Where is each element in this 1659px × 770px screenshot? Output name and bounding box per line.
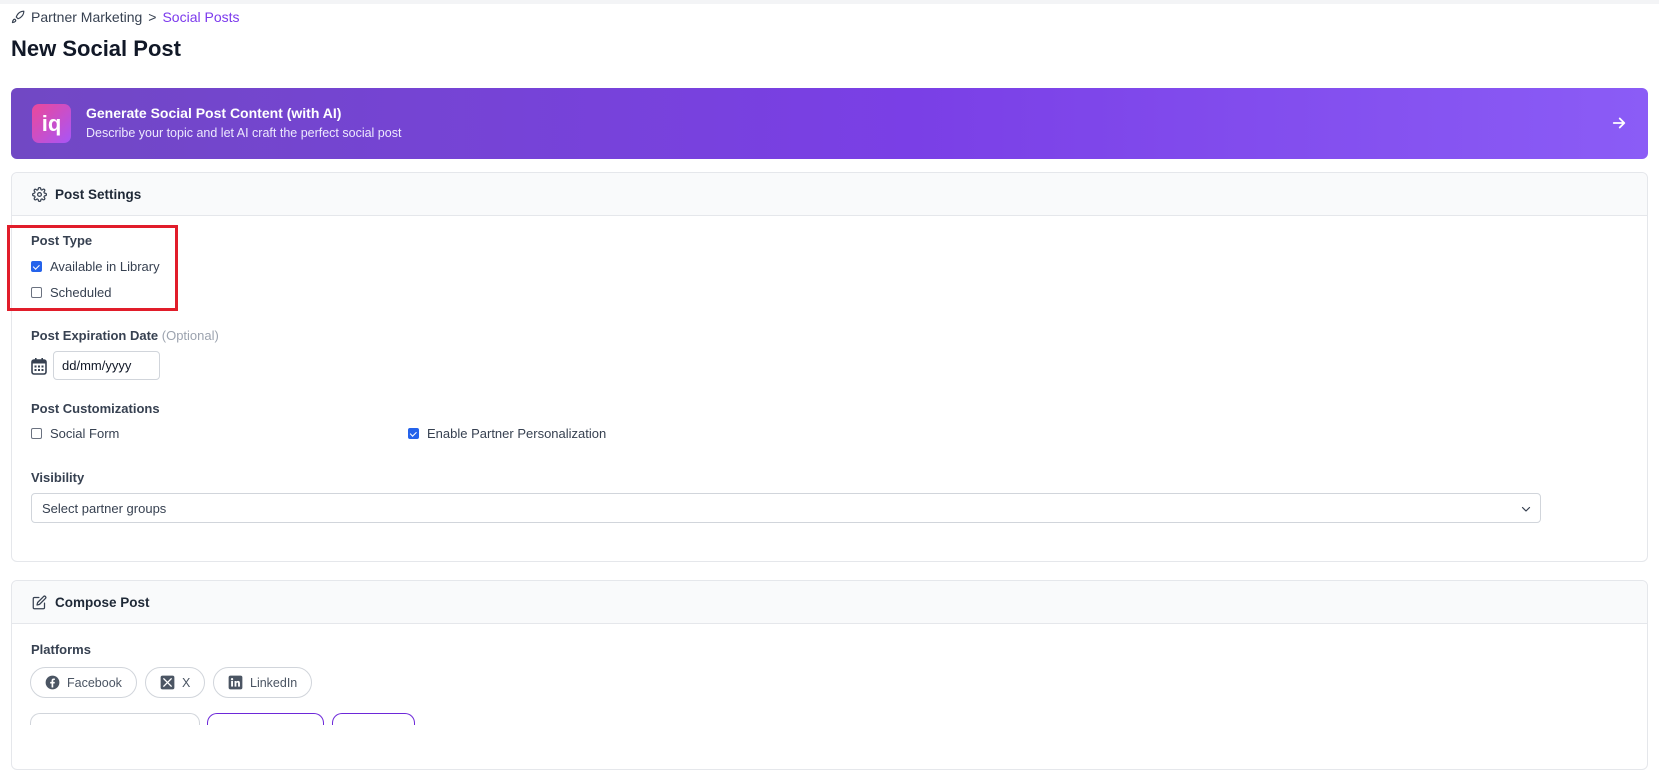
visibility-placeholder: Select partner groups (42, 500, 167, 516)
post-settings-card: Post Settings Post Type Available in Lib… (11, 172, 1648, 562)
top-divider (0, 0, 1659, 4)
post-customizations-label: Post Customizations (31, 401, 160, 416)
calendar-icon[interactable] (31, 357, 47, 375)
platform-x-label: X (182, 675, 191, 690)
partial-option-button[interactable] (30, 713, 200, 725)
expiration-date-input[interactable]: dd/mm/yyyy (53, 351, 160, 380)
partner-personalization-option[interactable]: Enable Partner Personalization (408, 426, 606, 441)
compose-post-header: Compose Post (12, 581, 1647, 624)
ai-logo-icon: iq (32, 104, 71, 143)
platform-x-button[interactable]: X (145, 667, 206, 698)
page-title: New Social Post (11, 36, 181, 61)
partial-option-button[interactable] (332, 713, 415, 725)
post-type-highlight-box (7, 225, 178, 311)
visibility-select[interactable]: Select partner groups (31, 493, 1541, 523)
expiration-date-label-text: Post Expiration Date (31, 328, 159, 343)
post-settings-header: Post Settings (12, 173, 1647, 216)
breadcrumb: Partner Marketing > Social Posts (11, 9, 240, 25)
visibility-label: Visibility (31, 470, 85, 485)
chevron-down-icon (1521, 506, 1531, 512)
platform-facebook-button[interactable]: Facebook (30, 667, 137, 698)
expiration-date-group: dd/mm/yyyy (31, 351, 160, 380)
optional-hint: (Optional) (161, 328, 219, 343)
partner-personalization-checkbox[interactable] (408, 428, 419, 439)
rocket-icon (11, 10, 25, 24)
social-form-checkbox[interactable] (31, 428, 42, 439)
linkedin-icon (228, 675, 243, 690)
post-settings-title: Post Settings (55, 186, 142, 202)
arrow-right-icon[interactable] (1610, 114, 1628, 132)
compose-post-title: Compose Post (55, 594, 150, 610)
ai-generate-banner[interactable]: iq Generate Social Post Content (with AI… (11, 88, 1648, 159)
social-form-option[interactable]: Social Form (31, 426, 119, 441)
gear-icon (32, 186, 47, 202)
ai-banner-subtitle: Describe your topic and let AI craft the… (86, 126, 402, 140)
social-form-label: Social Form (50, 426, 120, 441)
expiration-date-label: Post Expiration Date (Optional) (31, 328, 219, 343)
platforms-label: Platforms (31, 642, 91, 657)
platform-linkedin-button[interactable]: LinkedIn (213, 667, 313, 698)
ai-banner-title: Generate Social Post Content (with AI) (86, 105, 342, 121)
facebook-icon (45, 675, 60, 690)
breadcrumb-parent[interactable]: Partner Marketing (31, 9, 142, 25)
partial-option-button[interactable] (207, 713, 324, 725)
platform-linkedin-label: LinkedIn (250, 675, 298, 690)
partner-personalization-label: Enable Partner Personalization (427, 426, 607, 441)
breadcrumb-current[interactable]: Social Posts (162, 9, 239, 25)
breadcrumb-separator: > (148, 9, 157, 25)
edit-icon (32, 595, 47, 609)
x-icon (160, 675, 175, 690)
platform-facebook-label: Facebook (67, 675, 122, 690)
